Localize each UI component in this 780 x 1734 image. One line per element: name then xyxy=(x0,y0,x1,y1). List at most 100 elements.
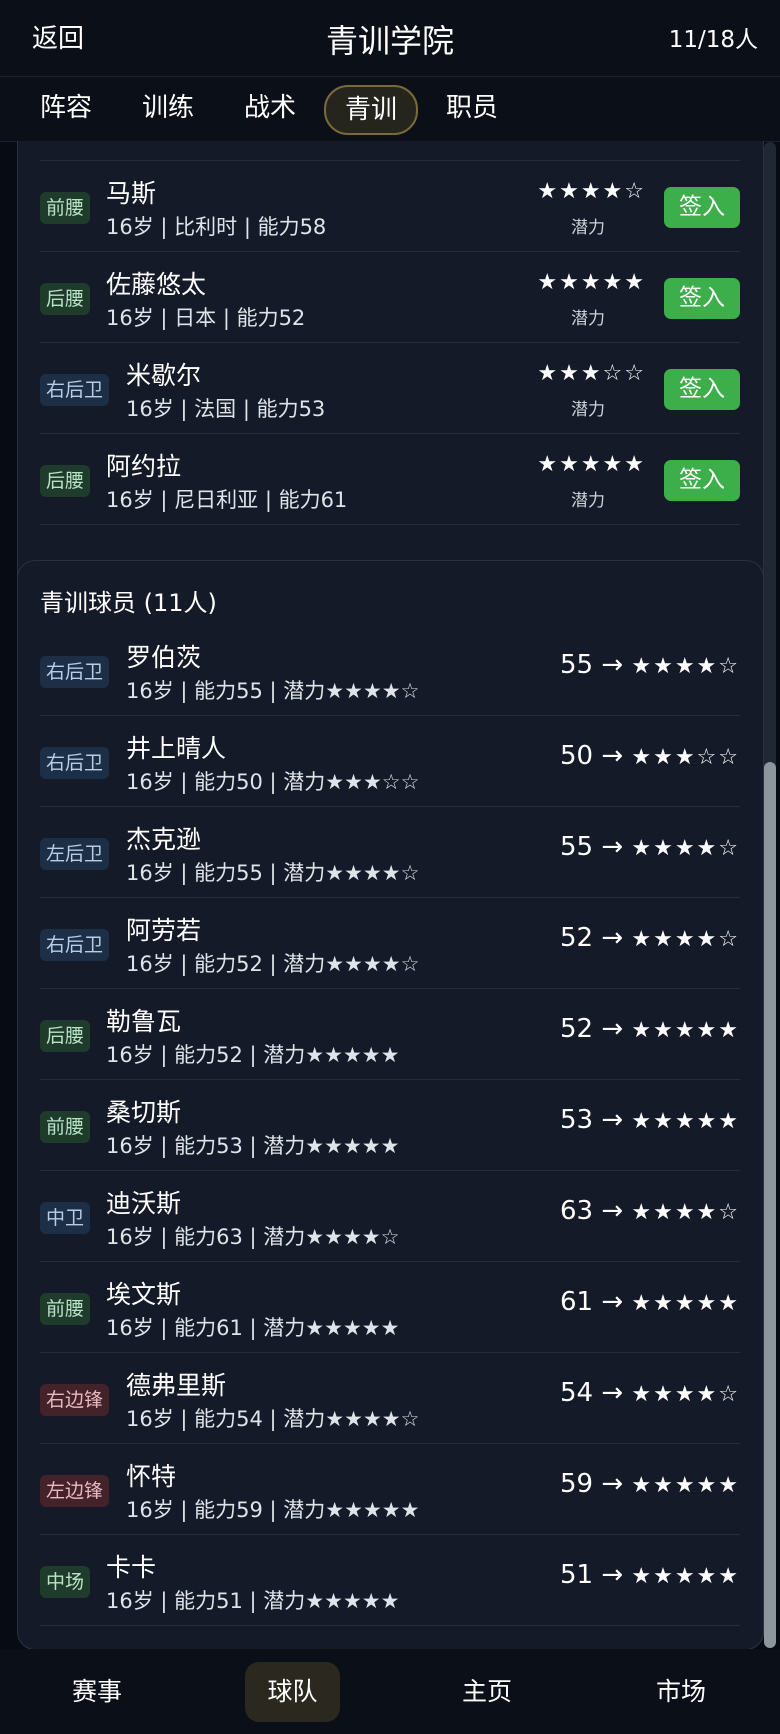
tab-tactics[interactable]: 战术 xyxy=(244,85,296,131)
position-badge: 右后卫 xyxy=(40,374,110,406)
potential-stars: ★★★★★ xyxy=(631,1018,740,1043)
growth-projection: 53 → ★★★★★ xyxy=(559,1105,740,1135)
player-name: 阿劳若 xyxy=(126,916,202,945)
prospect-row[interactable]: 后腰 阿约拉 16岁 | 尼日利亚 | 能力61 ★★★★★ 潜力 签入 xyxy=(40,434,740,525)
arrow-icon: → xyxy=(601,1014,624,1044)
growth-projection: 51 → ★★★★★ xyxy=(559,1560,740,1590)
player-info: 16岁 | 能力59 | 潜力★★★★★ xyxy=(126,1498,420,1522)
potential-stars: ★★★★★ xyxy=(631,1564,740,1589)
sign-button[interactable]: 签入 xyxy=(664,460,740,501)
tab-youth[interactable]: 青训 xyxy=(324,85,418,135)
nav-team[interactable]: 球队 xyxy=(245,1662,340,1722)
arrow-icon: → xyxy=(601,650,624,680)
arrow-icon: → xyxy=(601,1287,624,1317)
arrow-icon: → xyxy=(601,1196,624,1226)
position-badge: 左边锋 xyxy=(40,1475,110,1507)
youth-player-row[interactable]: 左边锋 怀特 16岁 | 能力59 | 潜力★★★★★ 59 → ★★★★★ xyxy=(40,1444,740,1535)
prospect-row[interactable]: 前腰 马斯 16岁 | 比利时 | 能力58 ★★★★☆ 潜力 签入 xyxy=(40,161,740,252)
player-info: 16岁 | 能力53 | 潜力★★★★★ xyxy=(106,1134,400,1158)
position-badge: 中场 xyxy=(40,1566,91,1598)
tab-lineup[interactable]: 阵容 xyxy=(40,85,92,131)
potential-stars: ★★★★☆ xyxy=(631,836,740,861)
youth-player-row[interactable]: 右边锋 德弗里斯 16岁 | 能力54 | 潜力★★★★☆ 54 → ★★★★☆ xyxy=(40,1353,740,1444)
growth-projection: 52 → ★★★★☆ xyxy=(559,923,740,953)
nav-matches[interactable]: 赛事 xyxy=(54,1662,140,1722)
player-info: 16岁 | 能力55 | 潜力★★★★☆ xyxy=(126,679,420,703)
player-name: 埃文斯 xyxy=(106,1280,182,1309)
tab-training[interactable]: 训练 xyxy=(142,85,194,131)
player-info: 16岁 | 能力50 | 潜力★★★☆☆ xyxy=(126,770,420,794)
bottom-nav: 赛事 球队 主页 市场 xyxy=(0,1649,780,1734)
player-info: 16岁 | 尼日利亚 | 能力61 xyxy=(106,488,348,512)
growth-projection: 59 → ★★★★★ xyxy=(559,1469,740,1499)
potential-stars: ★★★☆☆ xyxy=(537,361,646,386)
growth-projection: 55 → ★★★★☆ xyxy=(559,832,740,862)
tab-staff[interactable]: 职员 xyxy=(446,85,498,131)
arrow-icon: → xyxy=(601,1378,624,1408)
player-info: 16岁 | 能力51 | 潜力★★★★★ xyxy=(106,1589,400,1613)
position-badge: 前腰 xyxy=(40,1111,91,1143)
youth-player-row[interactable]: 中卫 迪沃斯 16岁 | 能力63 | 潜力★★★★☆ 63 → ★★★★☆ xyxy=(40,1171,740,1262)
position-badge: 右后卫 xyxy=(40,747,110,779)
arrow-icon: → xyxy=(601,1105,624,1135)
scrollbar[interactable] xyxy=(764,142,776,1648)
player-name: 怀特 xyxy=(126,1462,177,1491)
tab-bar: 阵容 训练 战术 青训 职员 xyxy=(0,76,780,142)
potential-stars: ★★★★★ xyxy=(631,1473,740,1498)
player-name: 佐藤悠太 xyxy=(106,270,207,299)
content-scroll[interactable]: 前腰 马斯 16岁 | 比利时 | 能力58 ★★★★☆ 潜力 签入 后腰 佐藤… xyxy=(0,141,780,1649)
nav-market[interactable]: 市场 xyxy=(638,1662,724,1722)
list-item-cut xyxy=(40,141,740,161)
player-info: 16岁 | 能力63 | 潜力★★★★☆ xyxy=(106,1225,400,1249)
player-info: 16岁 | 日本 | 能力52 xyxy=(106,306,306,330)
nav-home[interactable]: 主页 xyxy=(444,1662,530,1722)
growth-projection: 61 → ★★★★★ xyxy=(559,1287,740,1317)
position-badge: 后腰 xyxy=(40,1020,91,1052)
scrollbar-thumb[interactable] xyxy=(764,762,776,1648)
top-bar: 返回 青训学院 11/18人 xyxy=(0,0,780,76)
player-name: 卡卡 xyxy=(106,1553,157,1582)
position-badge: 右后卫 xyxy=(40,929,110,961)
player-name: 罗伯茨 xyxy=(126,643,202,672)
youth-player-row[interactable]: 前腰 埃文斯 16岁 | 能力61 | 潜力★★★★★ 61 → ★★★★★ xyxy=(40,1262,740,1353)
youth-player-row[interactable]: 左后卫 杰克逊 16岁 | 能力55 | 潜力★★★★☆ 55 → ★★★★☆ xyxy=(40,807,740,898)
position-badge: 左后卫 xyxy=(40,838,110,870)
youth-players-card: 青训球员 (11人) 右后卫 罗伯茨 16岁 | 能力55 | 潜力★★★★☆ … xyxy=(17,560,764,1649)
potential-label: 潜力 xyxy=(571,491,605,511)
youth-player-row[interactable]: 右后卫 井上晴人 16岁 | 能力50 | 潜力★★★☆☆ 50 → ★★★☆☆ xyxy=(40,716,740,807)
youth-player-row[interactable]: 右后卫 罗伯茨 16岁 | 能力55 | 潜力★★★★☆ 55 → ★★★★☆ xyxy=(40,625,740,716)
sign-button[interactable]: 签入 xyxy=(664,187,740,228)
player-info: 16岁 | 能力61 | 潜力★★★★★ xyxy=(106,1316,400,1340)
potential-stars: ★★★★★ xyxy=(537,270,646,295)
potential-stars: ★★★★☆ xyxy=(537,179,646,204)
player-name: 勒鲁瓦 xyxy=(106,1007,182,1036)
arrow-icon: → xyxy=(601,1560,624,1590)
player-info: 16岁 | 比利时 | 能力58 xyxy=(106,215,327,239)
youth-count: 11/18人 xyxy=(668,27,758,53)
growth-projection: 63 → ★★★★☆ xyxy=(559,1196,740,1226)
youth-player-row[interactable]: 右后卫 阿劳若 16岁 | 能力52 | 潜力★★★★☆ 52 → ★★★★☆ xyxy=(40,898,740,989)
potential-stars: ★★★★★ xyxy=(631,1109,740,1134)
player-name: 马斯 xyxy=(106,179,157,208)
position-badge: 后腰 xyxy=(40,283,91,315)
position-badge: 前腰 xyxy=(40,1293,91,1325)
player-name: 米歇尔 xyxy=(126,361,202,390)
prospect-row[interactable]: 后腰 佐藤悠太 16岁 | 日本 | 能力52 ★★★★★ 潜力 签入 xyxy=(40,252,740,343)
player-info: 16岁 | 法国 | 能力53 xyxy=(126,397,326,421)
player-name: 桑切斯 xyxy=(106,1098,182,1127)
sign-button[interactable]: 签入 xyxy=(664,278,740,319)
arrow-icon: → xyxy=(601,741,624,771)
prospect-row[interactable]: 右后卫 米歇尔 16岁 | 法国 | 能力53 ★★★☆☆ 潜力 签入 xyxy=(40,343,740,434)
potential-label: 潜力 xyxy=(571,218,605,238)
youth-player-row[interactable]: 中场 卡卡 16岁 | 能力51 | 潜力★★★★★ 51 → ★★★★★ xyxy=(40,1535,740,1626)
potential-stars: ★★★★☆ xyxy=(631,1382,740,1407)
youth-player-row[interactable]: 后腰 勒鲁瓦 16岁 | 能力52 | 潜力★★★★★ 52 → ★★★★★ xyxy=(40,989,740,1080)
youth-player-row[interactable]: 前腰 桑切斯 16岁 | 能力53 | 潜力★★★★★ 53 → ★★★★★ xyxy=(40,1080,740,1171)
player-info: 16岁 | 能力54 | 潜力★★★★☆ xyxy=(126,1407,420,1431)
arrow-icon: → xyxy=(601,1469,624,1499)
position-badge: 中卫 xyxy=(40,1202,91,1234)
player-name: 阿约拉 xyxy=(106,452,182,481)
player-name: 德弗里斯 xyxy=(126,1371,227,1400)
sign-button[interactable]: 签入 xyxy=(664,369,740,410)
potential-stars: ★★★☆☆ xyxy=(631,745,740,770)
